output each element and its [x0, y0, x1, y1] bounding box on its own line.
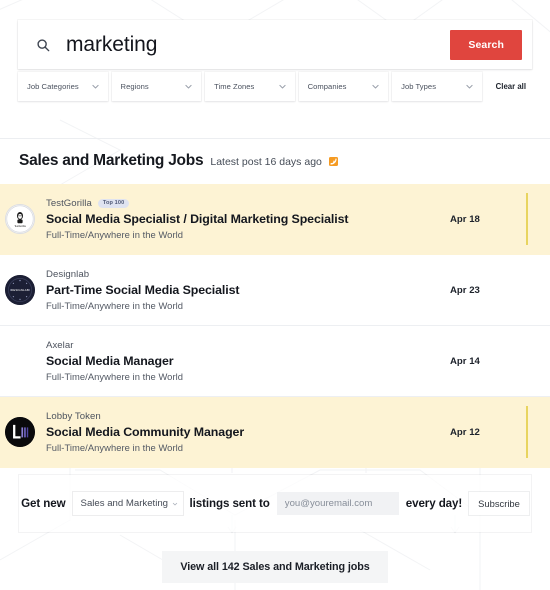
subscribe-prefix-label: Get new	[21, 497, 66, 510]
filter-job-types[interactable]: Job Types	[392, 72, 482, 101]
company-line: Designlab	[46, 269, 444, 280]
job-date: Apr 14	[450, 355, 480, 367]
search-row: Search	[18, 20, 532, 69]
subscribe-email-input[interactable]	[276, 492, 399, 515]
subscribe-button[interactable]: Subscribe	[469, 492, 529, 515]
company-name: TestGorilla	[46, 197, 92, 209]
job-list-item[interactable]: DESIGNLAB Designlab Part-Time Social Med…	[0, 255, 550, 326]
search-panel: Search	[18, 20, 532, 69]
job-list: TestGorilla TestGorilla Top 100 Social M…	[0, 184, 550, 468]
job-title: Part-Time Social Media Specialist	[46, 282, 240, 297]
company-line: Axelar	[46, 340, 444, 351]
chevron-down-icon	[172, 502, 177, 505]
filter-label: Job Categories	[27, 82, 79, 91]
chevron-down-icon	[185, 84, 192, 89]
lobby-token-logo	[5, 417, 35, 447]
job-body: Designlab Part-Time Social Media Special…	[46, 269, 444, 311]
company-line: Lobby Token	[46, 411, 444, 422]
job-body: Axelar Social Media Manager Full-Time/An…	[46, 340, 444, 382]
search-input[interactable]	[66, 32, 451, 57]
job-title: Social Media Specialist / Digital Market…	[46, 211, 349, 226]
chevron-down-icon	[278, 84, 286, 89]
page-title: Sales and Marketing Jobs	[19, 152, 204, 169]
svg-text:TestGorilla: TestGorilla	[14, 225, 26, 228]
company-line: TestGorilla Top 100	[46, 198, 444, 209]
filter-label: Companies	[307, 82, 347, 91]
job-board-page: Search Job Categories Regions Time Zones…	[0, 0, 550, 590]
subscribe-middle-label: listings sent to	[189, 497, 270, 510]
company-name: Axelar	[46, 339, 74, 351]
search-icon	[37, 38, 50, 51]
view-all-jobs-button[interactable]: View all 142 Sales and Marketing jobs	[162, 551, 388, 583]
subscribe-strip: Get new Sales and Marketing listings sen…	[19, 475, 531, 532]
clear-all-label: Clear all	[495, 82, 526, 91]
filter-label: Time Zones	[214, 82, 255, 91]
job-title: Social Media Manager	[46, 353, 174, 368]
filter-regions[interactable]: Regions	[111, 72, 202, 101]
filter-label: Regions	[120, 82, 149, 91]
section-divider	[0, 138, 550, 139]
clear-all-button[interactable]: Clear all	[486, 72, 532, 101]
job-tags: Full-Time/Anywhere in the World	[46, 442, 184, 454]
status-badge: Top 100	[97, 199, 130, 208]
subscribe-category-select[interactable]: Sales and Marketing	[72, 492, 183, 515]
job-date: Apr 12	[450, 426, 480, 438]
svg-text:DESIGNLAB: DESIGNLAB	[11, 288, 29, 292]
filter-time-zones[interactable]: Time Zones	[205, 72, 295, 101]
company-logo-placeholder	[5, 346, 35, 376]
rss-icon[interactable]	[328, 157, 338, 166]
job-list-item[interactable]: Axelar Social Media Manager Full-Time/An…	[0, 326, 550, 397]
testgorilla-logo: TestGorilla	[5, 204, 35, 234]
job-body: Lobby Token Social Media Community Manag…	[46, 411, 444, 453]
filter-label: Job Types	[401, 82, 437, 91]
job-tags: Full-Time/Anywhere in the World	[46, 229, 184, 241]
subscribe-category-value: Sales and Marketing	[80, 498, 169, 509]
job-date: Apr 18	[450, 213, 480, 225]
chevron-down-icon	[466, 84, 473, 89]
latest-post-meta: Latest post 16 days ago	[210, 156, 322, 168]
search-button[interactable]: Search	[450, 29, 522, 60]
subscribe-suffix-label: every day!	[405, 497, 463, 510]
filter-job-categories[interactable]: Job Categories	[18, 72, 108, 101]
filter-bar: Job Categories Regions Time Zones Compan…	[18, 72, 532, 101]
chevron-down-icon	[91, 84, 99, 89]
view-all-wrapper: View all 142 Sales and Marketing jobs	[0, 551, 550, 583]
designlab-logo: DESIGNLAB	[5, 275, 35, 305]
company-name: Designlab	[46, 268, 90, 280]
chevron-down-icon	[372, 84, 379, 89]
job-date: Apr 23	[450, 284, 480, 296]
job-title: Social Media Community Manager	[46, 424, 245, 439]
job-tags: Full-Time/Anywhere in the World	[46, 300, 184, 312]
company-name: Lobby Token	[46, 410, 101, 422]
job-body: TestGorilla Top 100 Social Media Special…	[46, 198, 444, 240]
job-list-item[interactable]: TestGorilla TestGorilla Top 100 Social M…	[0, 184, 550, 255]
job-list-item[interactable]: Lobby Token Social Media Community Manag…	[0, 397, 550, 468]
job-tags: Full-Time/Anywhere in the World	[46, 371, 184, 383]
section-header: Sales and Marketing Jobs Latest post 16 …	[19, 152, 338, 170]
filter-companies[interactable]: Companies	[298, 72, 389, 101]
